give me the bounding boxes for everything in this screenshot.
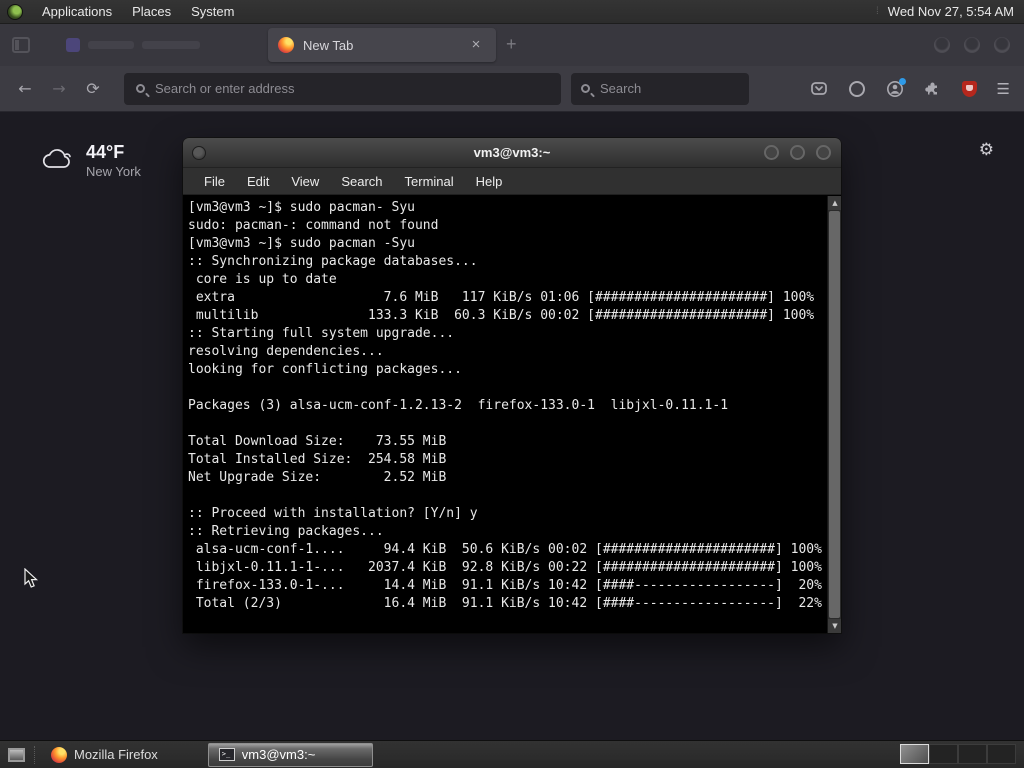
hamburger-menu-icon[interactable]: ☰	[997, 80, 1010, 98]
background-tab-title-faded	[88, 41, 134, 49]
workspace-1[interactable]	[900, 744, 929, 764]
terminal-menubar: File Edit View Search Terminal Help	[183, 168, 841, 195]
applet-grip: ⁞	[876, 6, 880, 17]
taskbar-item-firefox[interactable]: Mozilla Firefox	[41, 743, 168, 767]
terminal-minimize-button[interactable]	[764, 145, 779, 160]
scrollbar-thumb[interactable]	[829, 211, 840, 618]
terminal-menu-view[interactable]: View	[280, 174, 330, 189]
terminal-menu-file[interactable]: File	[193, 174, 236, 189]
terminal-titlebar[interactable]: vm3@vm3:~	[183, 138, 841, 168]
tab-title: New Tab	[303, 37, 354, 53]
menu-applications[interactable]: Applications	[32, 0, 122, 24]
workspace-4[interactable]	[987, 744, 1016, 764]
weather-location: New York	[86, 164, 141, 179]
terminal-output: [vm3@vm3 ~]$ sudo pacman- Syu sudo: pacm…	[188, 200, 822, 611]
show-desktop-icon	[7, 747, 25, 762]
url-bar[interactable]	[124, 72, 561, 105]
terminal-menu-search[interactable]: Search	[330, 174, 393, 189]
background-tab[interactable]	[56, 28, 241, 62]
terminal-menu-terminal[interactable]: Terminal	[394, 174, 465, 189]
show-desktop-button[interactable]	[4, 744, 28, 766]
task-label: vm3@vm3:~	[241, 747, 316, 762]
browser-maximize-button[interactable]	[964, 37, 980, 53]
distro-menu-icon[interactable]	[7, 3, 23, 20]
cloud-icon	[42, 149, 71, 168]
desktop: Applications Places System ⁞ Wed Nov 27,…	[0, 0, 1024, 768]
firefox-tab-bar: New Tab × +	[0, 24, 1024, 66]
terminal-window: vm3@vm3:~ File Edit View Search Terminal…	[183, 138, 841, 633]
menu-system[interactable]: System	[181, 0, 244, 24]
search-icon	[581, 84, 590, 93]
terminal-icon: >_	[218, 748, 235, 761]
newtab-settings-gear-icon[interactable]: ⚙	[979, 140, 994, 160]
terminal-screen: [vm3@vm3 ~]$ sudo pacman- Syu sudo: pacm…	[183, 196, 841, 633]
terminal-close-button[interactable]	[816, 145, 831, 160]
terminal-title: vm3@vm3:~	[473, 145, 551, 160]
notification-dot	[898, 77, 906, 85]
workspace-3[interactable]	[958, 744, 987, 764]
mouse-cursor	[24, 568, 39, 588]
account-icon[interactable]	[886, 77, 906, 98]
open-new-tab-button[interactable]: +	[506, 34, 517, 54]
tab-close-icon[interactable]: ×	[466, 35, 486, 55]
workspace-2[interactable]	[929, 744, 958, 764]
firefox-icon	[51, 746, 67, 763]
workspace-switcher	[900, 744, 1016, 764]
terminal-menu-edit[interactable]: Edit	[236, 174, 280, 189]
extensions-puzzle-icon[interactable]	[924, 80, 942, 98]
bottom-taskbar: Mozilla Firefox >_ vm3@vm3:~	[0, 740, 1024, 768]
task-label: Mozilla Firefox	[74, 747, 158, 762]
firefox-nav-toolbar: ← → ⟳ Search or enter address Search ☰	[0, 66, 1024, 112]
tab-new-tab[interactable]: New Tab ×	[268, 28, 496, 62]
terminal-window-icon	[192, 146, 206, 160]
back-button[interactable]: ←	[8, 79, 42, 98]
menu-places[interactable]: Places	[122, 0, 181, 24]
top-panel: Applications Places System ⁞ Wed Nov 27,…	[0, 0, 1024, 24]
weather-temperature: 44°F	[86, 142, 125, 162]
ublock-origin-icon[interactable]	[961, 80, 977, 97]
search-input[interactable]	[600, 81, 739, 96]
sync-circle-icon[interactable]	[848, 80, 866, 98]
browser-close-button[interactable]	[994, 37, 1010, 53]
scroll-up-icon[interactable]: ▲	[828, 196, 841, 210]
terminal-maximize-button[interactable]	[790, 145, 805, 160]
search-icon	[136, 84, 145, 93]
pocket-icon[interactable]	[810, 80, 828, 98]
firefox-view-icon[interactable]	[12, 37, 30, 53]
url-input[interactable]	[155, 81, 549, 96]
background-tab-favicon	[66, 38, 80, 52]
terminal-menu-help[interactable]: Help	[465, 174, 514, 189]
taskbar-separator	[34, 745, 35, 764]
reload-button[interactable]: ⟳	[76, 79, 110, 98]
terminal-scrollbar[interactable]: ▲ ▼	[827, 196, 841, 633]
weather-widget[interactable]: 44°F New York	[40, 142, 141, 179]
firefox-favicon	[278, 37, 294, 53]
search-bar[interactable]	[571, 72, 749, 105]
forward-button[interactable]: →	[42, 79, 76, 98]
clock-applet[interactable]: Wed Nov 27, 5:54 AM	[888, 4, 1024, 19]
scroll-down-icon[interactable]: ▼	[828, 619, 841, 633]
taskbar-item-terminal[interactable]: >_ vm3@vm3:~	[207, 742, 373, 767]
browser-minimize-button[interactable]	[934, 37, 950, 53]
